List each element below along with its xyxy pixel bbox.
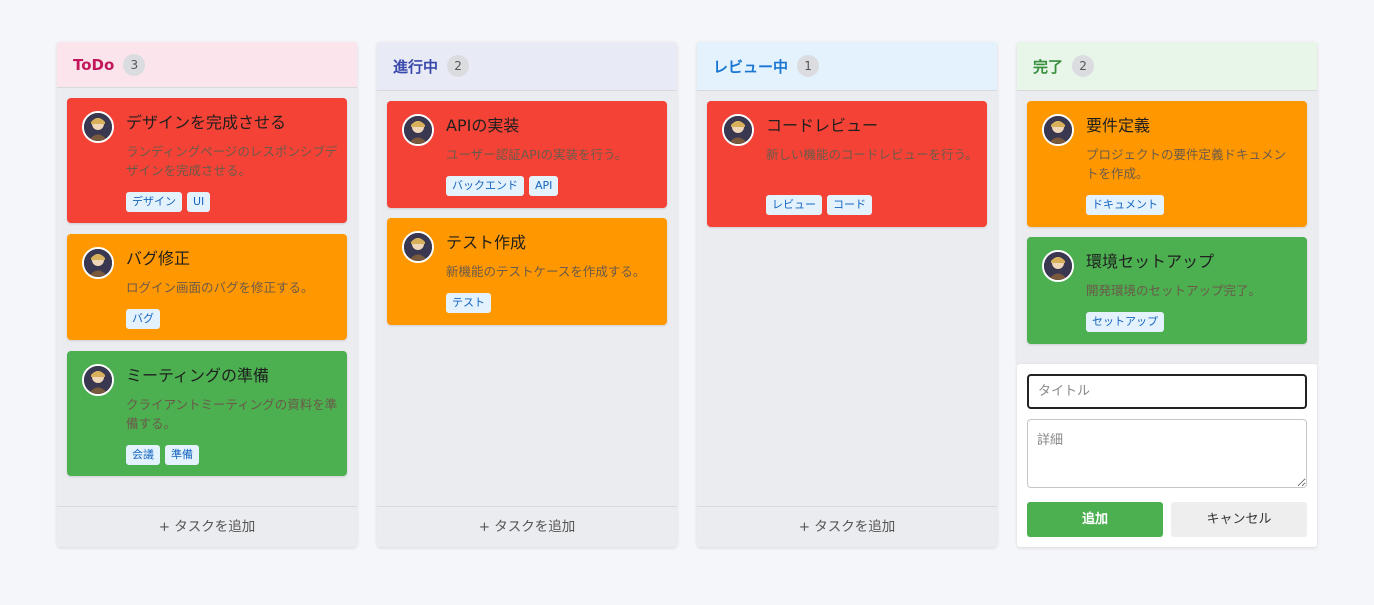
card-title: デザインを完成させる xyxy=(126,113,287,132)
task-count-badge: 3 xyxy=(123,53,146,76)
user-avatar-icon xyxy=(1042,114,1074,146)
card-description: ログイン画面のバグを修正する。 xyxy=(126,280,314,295)
task-card[interactable]: デザインを完成させる ランディングページのレスポンシブデザインを完成させる。 デ… xyxy=(67,98,347,223)
add-task-button[interactable]: + タスクを追加 xyxy=(697,506,997,547)
card-tags: テスト xyxy=(446,293,491,313)
column-title: レビュー中 xyxy=(713,57,789,76)
tag: バグ xyxy=(126,309,160,329)
tag: 準備 xyxy=(165,445,199,465)
card-tags: 会議 準備 xyxy=(126,445,199,465)
tag: API xyxy=(529,176,559,196)
task-card[interactable]: APIの実装 ユーザー認証APIの実装を行う。 バックエンド API xyxy=(387,101,667,208)
card-tags: ドキュメント xyxy=(1086,195,1164,215)
column-review: レビュー中 1 コードレビュー 新しい機能のコードレビューを行う。 レビュー コ… xyxy=(697,42,997,547)
card-title: テスト作成 xyxy=(446,233,527,252)
column-header: ToDo 3 xyxy=(57,42,357,88)
card-description: プロジェクトの要件定義ドキュメントを作成。 xyxy=(1086,147,1287,181)
column-title: ToDo xyxy=(73,55,115,74)
user-avatar-icon xyxy=(82,247,114,279)
title-input[interactable] xyxy=(1027,374,1307,409)
column-done: 完了 2 要件定義 プロジェクトの要件定義ドキュメントを作成。 ドキュメント 環… xyxy=(1017,42,1317,547)
cancel-button[interactable]: キャンセル xyxy=(1171,502,1307,537)
column-title: 完了 xyxy=(1033,57,1064,76)
card-title: ミーティングの準備 xyxy=(126,366,270,385)
user-avatar-icon xyxy=(82,364,114,396)
column-header: 進行中 2 xyxy=(377,42,677,91)
card-tags: バックエンド API xyxy=(446,176,559,196)
tag: 会議 xyxy=(126,445,160,465)
tag: デザイン xyxy=(126,192,182,212)
card-title: バグ修正 xyxy=(126,249,191,268)
tag: コード xyxy=(827,195,872,215)
column-title: 進行中 xyxy=(393,57,439,76)
card-description: 新機能のテストケースを作成する。 xyxy=(446,264,646,279)
tag: バックエンド xyxy=(446,176,524,196)
user-avatar-icon xyxy=(82,111,114,143)
card-tags: バグ xyxy=(126,309,160,329)
column-header: レビュー中 1 xyxy=(697,42,997,91)
task-count-badge: 1 xyxy=(797,55,820,77)
tag: セットアップ xyxy=(1086,312,1164,332)
user-avatar-icon xyxy=(722,114,754,146)
tag: レビュー xyxy=(766,195,822,215)
card-tags: レビュー コード xyxy=(766,195,872,215)
tag: UI xyxy=(187,192,211,212)
column-header: 完了 2 xyxy=(1017,42,1317,91)
task-count-badge: 2 xyxy=(447,55,470,77)
column-todo: ToDo 3 デザインを完成させる ランディングページのレスポンシブデザインを完… xyxy=(57,42,357,547)
task-card[interactable]: コードレビュー 新しい機能のコードレビューを行う。 レビュー コード xyxy=(707,101,987,227)
add-task-button[interactable]: + タスクを追加 xyxy=(377,506,677,547)
add-task-form: 追加 キャンセル xyxy=(1017,364,1317,547)
task-card[interactable]: バグ修正 ログイン画面のバグを修正する。 バグ xyxy=(67,234,347,340)
task-card[interactable]: 要件定義 プロジェクトの要件定義ドキュメントを作成。 ドキュメント xyxy=(1027,101,1307,227)
task-card[interactable]: ミーティングの準備 クライアントミーティングの資料を準備する。 会議 準備 xyxy=(67,351,347,476)
column-in-progress: 進行中 2 APIの実装 ユーザー認証APIの実装を行う。 バックエンド API… xyxy=(377,42,677,547)
kanban-board: ToDo 3 デザインを完成させる ランディングページのレスポンシブデザインを完… xyxy=(57,42,1317,547)
user-avatar-icon xyxy=(1042,250,1074,282)
card-description: ランディングページのレスポンシブデザインを完成させる。 xyxy=(126,144,338,178)
card-description: ユーザー認証APIの実装を行う。 xyxy=(446,147,628,162)
card-title: 環境セットアップ xyxy=(1086,252,1215,271)
tag: テスト xyxy=(446,293,491,313)
add-task-button[interactable]: + タスクを追加 xyxy=(57,506,357,547)
card-description: 新しい機能のコードレビューを行う。 xyxy=(766,147,978,162)
task-card[interactable]: 環境セットアップ 開発環境のセットアップ完了。 セットアップ xyxy=(1027,237,1307,344)
user-avatar-icon xyxy=(402,114,434,146)
card-title: コードレビュー xyxy=(766,116,879,135)
card-title: 要件定義 xyxy=(1086,116,1151,135)
user-avatar-icon xyxy=(402,231,434,263)
tag: ドキュメント xyxy=(1086,195,1164,215)
card-tags: デザイン UI xyxy=(126,192,211,212)
description-textarea[interactable] xyxy=(1027,419,1307,488)
card-description: 開発環境のセットアップ完了。 xyxy=(1086,283,1262,298)
task-card[interactable]: テスト作成 新機能のテストケースを作成する。 テスト xyxy=(387,218,667,325)
task-count-badge: 2 xyxy=(1072,55,1095,77)
card-description: クライアントミーティングの資料を準備する。 xyxy=(126,397,338,431)
add-button[interactable]: 追加 xyxy=(1027,502,1163,537)
card-title: APIの実装 xyxy=(446,116,520,135)
card-tags: セットアップ xyxy=(1086,312,1164,332)
